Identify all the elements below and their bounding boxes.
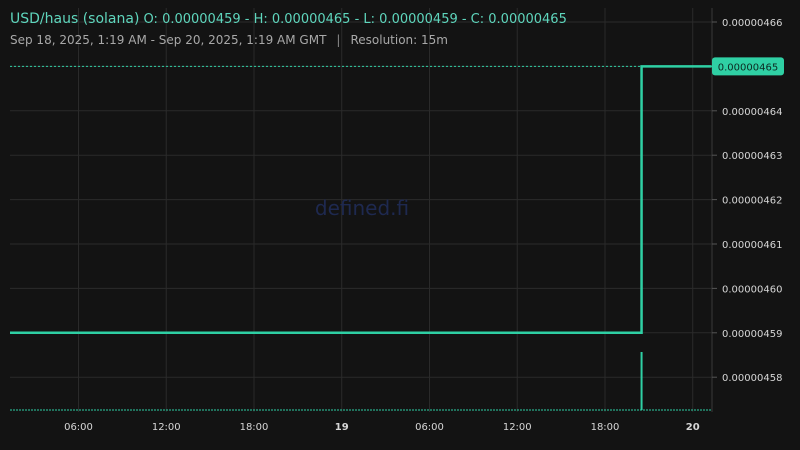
volume-bar (640, 352, 643, 410)
y-tick-label: 0.00000459 (722, 329, 782, 340)
x-tick-label: 12:00 (152, 422, 181, 433)
y-tick-label: 0.00000463 (722, 151, 782, 162)
pair-symbol: USD/haus (solana) (10, 11, 140, 27)
watermark-text: defined.fi (315, 196, 409, 220)
chart-header: USD/haus (solana) O: 0.00000459 - H: 0.0… (10, 11, 567, 27)
x-tick-label: 06:00 (415, 422, 444, 433)
price-chart[interactable]: defined.fi 0.00000466 0.00000465 0.0000046… (0, 0, 800, 450)
separator: | (336, 33, 341, 47)
x-axis: 06:00 12:00 18:00 19 06:00 12:00 18:00 20 (64, 422, 700, 433)
ohlc-values: O: 0.00000459 - H: 0.00000465 - L: 0.000… (143, 12, 567, 27)
x-tick-label: 12:00 (503, 422, 532, 433)
chart-subheader: Sep 18, 2025, 1:19 AM - Sep 20, 2025, 1:… (10, 33, 448, 47)
y-tick-label: 0.00000464 (722, 107, 782, 118)
x-tick-label: 20 (686, 422, 700, 433)
resolution-label: Resolution: 15m (350, 33, 448, 47)
x-tick-label: 19 (335, 422, 349, 433)
y-tick-label: 0.00000462 (722, 196, 782, 207)
x-tick-label: 18:00 (591, 422, 620, 433)
y-tick-label: 0.00000458 (722, 373, 782, 384)
last-price-label: 0.00000465 (718, 62, 778, 73)
time-range: Sep 18, 2025, 1:19 AM - Sep 20, 2025, 1:… (10, 33, 327, 47)
y-tick-label: 0.00000460 (722, 284, 782, 295)
y-tick-label: 0.00000461 (722, 240, 782, 251)
y-tick-label: 0.00000466 (722, 18, 782, 29)
x-tick-label: 18:00 (240, 422, 269, 433)
x-tick-label: 06:00 (64, 422, 93, 433)
chart-marks (10, 65, 712, 411)
